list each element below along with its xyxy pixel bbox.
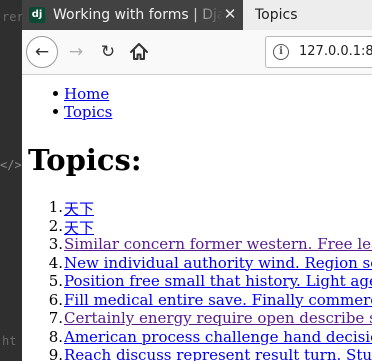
tab-title: Topics: [255, 7, 298, 23]
address-bar[interactable]: i 127.0.0.1:8: [265, 36, 372, 68]
tab-title: Working with forms | Dja: [53, 7, 223, 23]
list-number: 6.: [48, 290, 63, 309]
bullet-icon: [53, 91, 58, 96]
bullet-icon: [53, 109, 58, 114]
page-content: Home Topics Topics: 1. 天下 2. 天下 3. Similar …: [22, 75, 372, 361]
topic-link[interactable]: American process challenge hand decision: [64, 328, 372, 346]
reload-button[interactable]: ↻: [95, 38, 121, 66]
topic-link[interactable]: Reach discuss represent result turn. Stu…: [64, 346, 372, 361]
list-number: 9.: [48, 346, 63, 361]
page-title: Topics:: [28, 143, 142, 177]
background-code-text: ht: [2, 334, 17, 348]
topic-link[interactable]: Position free small that history. Light …: [64, 272, 372, 290]
home-icon: [130, 43, 148, 60]
close-tab-icon[interactable]: ✕: [221, 5, 239, 23]
topics-link[interactable]: Topics: [64, 103, 112, 121]
home-button[interactable]: [126, 38, 152, 66]
tab-topics[interactable]: Topics: [243, 0, 372, 30]
list-number: 5.: [48, 272, 63, 290]
topic-link[interactable]: Certainly energy require open describe s…: [64, 309, 372, 327]
topic-link[interactable]: Fill medical entire save. Finally commer…: [64, 291, 372, 309]
list-number: 3.: [48, 235, 63, 253]
url-text: 127.0.0.1:8: [299, 44, 372, 59]
tab-bar: dj Working with forms | Dja ✕ Topics: [22, 0, 372, 30]
background-code-text: </>: [0, 158, 22, 172]
forward-button[interactable]: →: [62, 38, 90, 66]
site-info-icon[interactable]: i: [273, 44, 289, 60]
list-number: 7.: [48, 309, 63, 327]
home-link[interactable]: Home: [64, 85, 109, 103]
topic-link[interactable]: New individual authority wind. Region so: [64, 254, 372, 272]
navigation-toolbar: ← → ↻ i 127.0.0.1:8: [22, 30, 372, 75]
topic-link[interactable]: Similar concern former western. Free lea…: [64, 235, 372, 253]
list-number: 1.: [48, 198, 63, 216]
background-code-text: rer: [2, 10, 24, 24]
list-number: 2.: [48, 216, 63, 235]
browser-window: dj Working with forms | Dja ✕ Topics ← →…: [22, 0, 372, 361]
list-number: 8.: [48, 327, 63, 346]
django-favicon-icon: dj: [29, 7, 45, 23]
background-editor: rer </> ht: [0, 0, 24, 361]
list-number: 4.: [48, 253, 63, 272]
tab-working-with-forms[interactable]: dj Working with forms | Dja ✕: [22, 0, 243, 30]
back-button[interactable]: ←: [26, 36, 58, 68]
